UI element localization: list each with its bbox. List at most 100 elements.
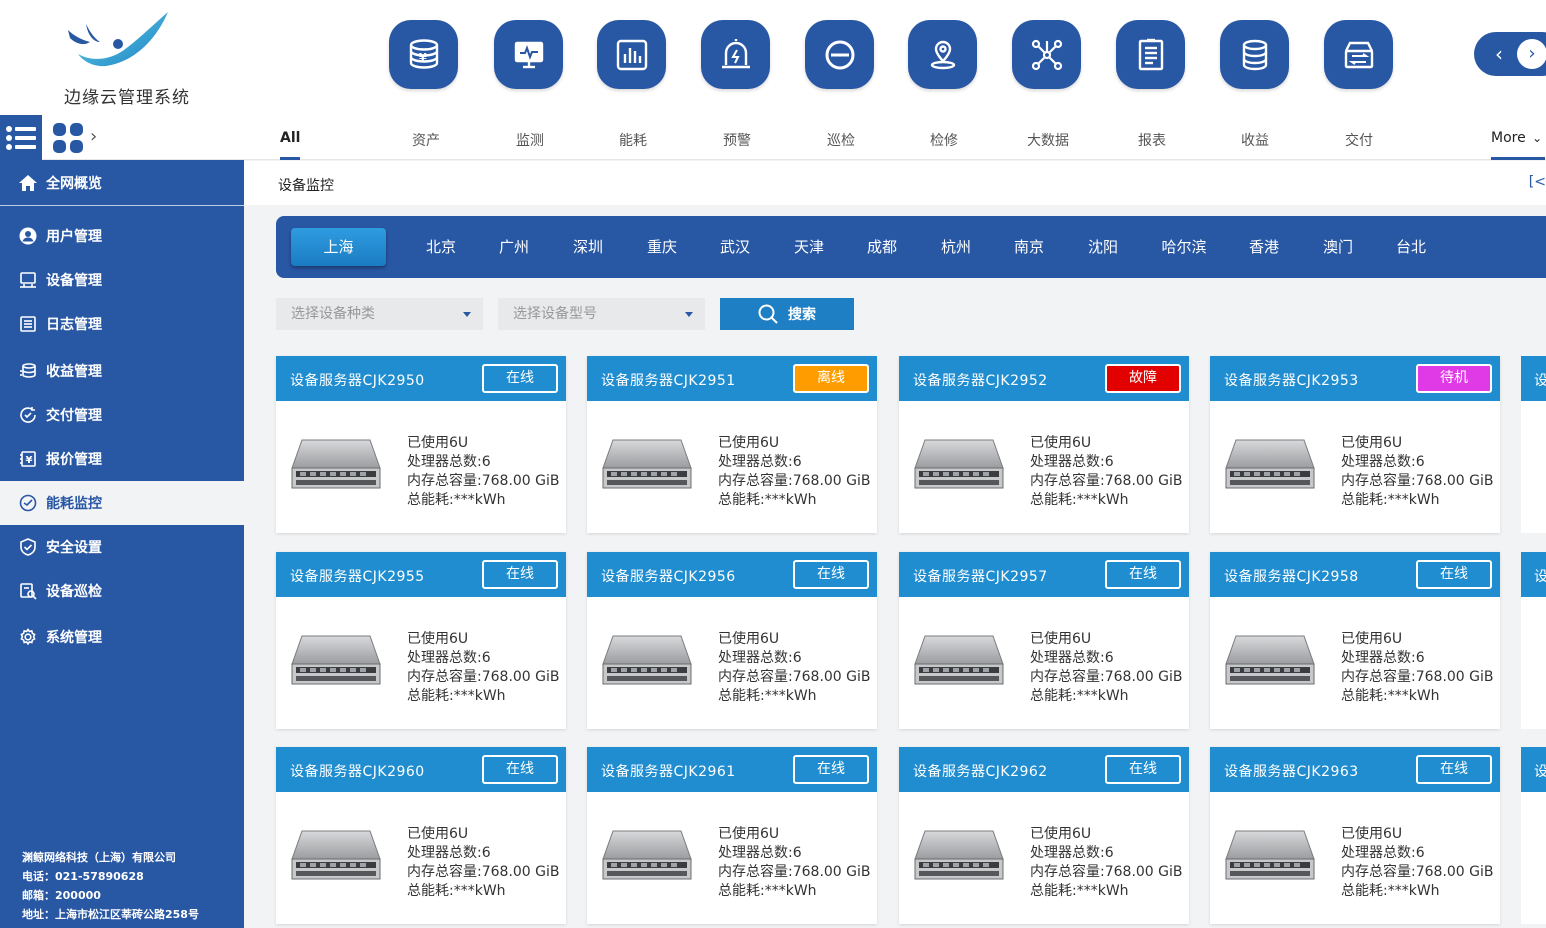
city-tab-hangzhou[interactable]: 杭州 xyxy=(931,228,981,266)
city-tab-chengdu[interactable]: 成都 xyxy=(857,228,907,266)
delivery-icon[interactable] xyxy=(1324,20,1393,89)
cpu-count: 处理器总数:6 xyxy=(1341,845,1425,861)
sidebar-item-energy[interactable]: 能耗监控 xyxy=(0,481,244,525)
city-tab-wuhan[interactable]: 武汉 xyxy=(710,228,760,266)
used-units: 已使用6U xyxy=(1030,826,1092,842)
status-badge[interactable]: 在线 xyxy=(1416,560,1492,589)
tab-revenue[interactable]: 收益 xyxy=(1240,130,1270,160)
apps-grid-button[interactable] xyxy=(52,122,84,154)
tab-monitor[interactable]: 监测 xyxy=(515,130,545,160)
device-card[interactable]: 设备服务器CJK2956 在线 已使用6U 处理器总数:6 内存总容量:768.00 G… xyxy=(587,552,877,729)
app-logo[interactable]: 边缘云管理系统 xyxy=(52,10,202,108)
sidebar-item-quote[interactable]: ¥ 报价管理 xyxy=(0,437,244,481)
server-image xyxy=(1224,438,1316,494)
bar-chart-icon[interactable] xyxy=(597,20,666,89)
server-image xyxy=(290,634,382,690)
device-name: 设备服务器CJK2952 xyxy=(913,373,1048,389)
device-card[interactable]: 设备服务器CJK2950 在线 已使用6U 处理器总数:6 内存总容量:768.00 G… xyxy=(276,356,566,533)
tab-report[interactable]: 报表 xyxy=(1137,130,1167,160)
status-badge[interactable]: 在线 xyxy=(1105,560,1181,589)
network-nodes-icon[interactable] xyxy=(1012,20,1081,89)
status-badge[interactable]: 在线 xyxy=(1105,755,1181,784)
city-tab-harbin[interactable]: 哈尔滨 xyxy=(1154,228,1214,266)
device-card[interactable]: 设备服务器CJK2951 离线 已使用6U 处理器总数:6 内存总容量:768.00 G… xyxy=(587,356,877,533)
tab-alarm[interactable]: 预警 xyxy=(722,130,752,160)
pager-next-button[interactable]: › xyxy=(1517,39,1546,69)
sidebar-item-revenue[interactable]: 收益管理 xyxy=(0,349,244,393)
sidebar-item-inspect[interactable]: 设备巡检 xyxy=(0,569,244,613)
status-badge[interactable]: 在线 xyxy=(482,755,558,784)
device-card-partial[interactable]: 设 xyxy=(1521,552,1546,729)
tab-delivery[interactable]: 交付 xyxy=(1344,130,1374,160)
city-tab-beijing[interactable]: 北京 xyxy=(416,228,466,266)
device-model-select[interactable]: 选择设备型号 xyxy=(498,298,705,330)
city-tab-macau[interactable]: 澳门 xyxy=(1313,228,1363,266)
search-button[interactable]: 搜索 xyxy=(720,298,854,330)
status-badge[interactable]: 在线 xyxy=(793,560,869,589)
city-tab-nanjing[interactable]: 南京 xyxy=(1004,228,1054,266)
energy-total: 总能耗:***kWh xyxy=(407,883,506,899)
device-card[interactable]: 设备服务器CJK2953 待机 已使用6U 处理器总数:6 内存总容量:768.00 G… xyxy=(1210,356,1500,533)
city-tab-guangzhou[interactable]: 广州 xyxy=(489,228,539,266)
device-card[interactable]: 设备服务器CJK2958 在线 已使用6U 处理器总数:6 内存总容量:768.00 G… xyxy=(1210,552,1500,729)
status-badge[interactable]: 故障 xyxy=(1105,364,1181,393)
status-badge[interactable]: 待机 xyxy=(1416,364,1492,393)
sidebar-item-devices[interactable]: 设备管理 xyxy=(0,258,244,302)
sidebar-item-security[interactable]: 安全设置 xyxy=(0,525,244,569)
monitor-icon[interactable] xyxy=(494,20,563,89)
city-tab-shenyang[interactable]: 沈阳 xyxy=(1078,228,1128,266)
tab-repair[interactable]: 检修 xyxy=(929,130,959,160)
alarm-icon[interactable] xyxy=(701,20,770,89)
list-menu-button[interactable] xyxy=(0,115,42,160)
status-badge[interactable]: 在线 xyxy=(793,755,869,784)
sidebar-item-delivery[interactable]: 交付管理 xyxy=(0,393,244,437)
more-tab[interactable]: More ⌄ xyxy=(1491,130,1545,160)
memory-total: 内存总容量:768.00 GiB xyxy=(1341,864,1494,880)
cpu-count: 处理器总数:6 xyxy=(1030,845,1114,861)
tab-energy[interactable]: 能耗 xyxy=(618,130,648,160)
energy-icon xyxy=(18,493,38,513)
device-card[interactable]: 设备服务器CJK2963 在线 已使用6U 处理器总数:6 内存总容量:768.00 G… xyxy=(1210,747,1500,924)
asset-coins-icon[interactable]: ¥ xyxy=(389,20,458,89)
status-badge[interactable]: 在线 xyxy=(482,364,558,393)
status-badge[interactable]: 在线 xyxy=(482,560,558,589)
status-badge[interactable]: 在线 xyxy=(1416,755,1492,784)
city-tab-shenzhen[interactable]: 深圳 xyxy=(563,228,613,266)
city-tab-taipei[interactable]: 台北 xyxy=(1386,228,1436,266)
cpu-count: 处理器总数:6 xyxy=(718,454,802,470)
database-icon[interactable] xyxy=(1220,20,1289,89)
device-card-partial[interactable]: 设 xyxy=(1521,747,1546,924)
device-type-select[interactable]: 选择设备种类 xyxy=(276,298,483,330)
breadcrumb-action[interactable]: [< xyxy=(1529,174,1546,190)
sidebar-item-label: 安全设置 xyxy=(46,540,102,556)
device-card[interactable]: 设备服务器CJK2961 在线 已使用6U 处理器总数:6 内存总容量:768.00 G… xyxy=(587,747,877,924)
sidebar-item-system[interactable]: 系统管理 xyxy=(0,615,244,659)
device-specs: 已使用6U 处理器总数:6 内存总容量:768.00 GiB 总能耗:***kWh xyxy=(1341,825,1494,901)
tab-bigdata[interactable]: 大数据 xyxy=(1025,130,1071,160)
patrol-icon[interactable] xyxy=(805,20,874,89)
location-pin-icon[interactable] xyxy=(908,20,977,89)
device-card[interactable]: 设备服务器CJK2955 在线 已使用6U 处理器总数:6 内存总容量:768.00 G… xyxy=(276,552,566,729)
sidebar-item-overview[interactable]: 全网概览 xyxy=(0,161,244,205)
device-card[interactable]: 设备服务器CJK2960 在线 已使用6U 处理器总数:6 内存总容量:768.00 G… xyxy=(276,747,566,924)
chevron-right-icon[interactable]: › xyxy=(90,126,97,147)
city-tab-shanghai[interactable]: 上海 xyxy=(291,228,386,266)
sidebar-item-logs[interactable]: 日志管理 xyxy=(0,302,244,346)
city-tab-hongkong[interactable]: 香港 xyxy=(1239,228,1289,266)
sidebar-item-users[interactable]: 用户管理 xyxy=(0,214,244,258)
device-card[interactable]: 设备服务器CJK2952 故障 已使用6U 处理器总数:6 内存总容量:768.00 G… xyxy=(899,356,1189,533)
device-specs: 已使用6U 处理器总数:6 内存总容量:768.00 GiB 总能耗:***kWh xyxy=(718,434,871,510)
city-tab-tianjin[interactable]: 天津 xyxy=(784,228,834,266)
city-tab-chongqing[interactable]: 重庆 xyxy=(637,228,687,266)
pager-prev-button[interactable]: ‹ xyxy=(1486,41,1512,67)
tab-patrol[interactable]: 巡检 xyxy=(826,130,856,160)
device-card-partial[interactable]: 设 xyxy=(1521,356,1546,533)
top-header: 边缘云管理系统 ¥ ‹ › › All 资产 监测 能耗 预警 巡检 检修 大数… xyxy=(0,0,1546,160)
device-card[interactable]: 设备服务器CJK2962 在线 已使用6U 处理器总数:6 内存总容量:768.00 G… xyxy=(899,747,1189,924)
tab-all[interactable]: All xyxy=(280,130,300,160)
report-icon[interactable] xyxy=(1116,20,1185,89)
device-card[interactable]: 设备服务器CJK2957 在线 已使用6U 处理器总数:6 内存总容量:768.00 G… xyxy=(899,552,1189,729)
tab-assets[interactable]: 资产 xyxy=(411,130,441,160)
status-badge[interactable]: 离线 xyxy=(793,364,869,393)
user-icon xyxy=(18,226,38,246)
